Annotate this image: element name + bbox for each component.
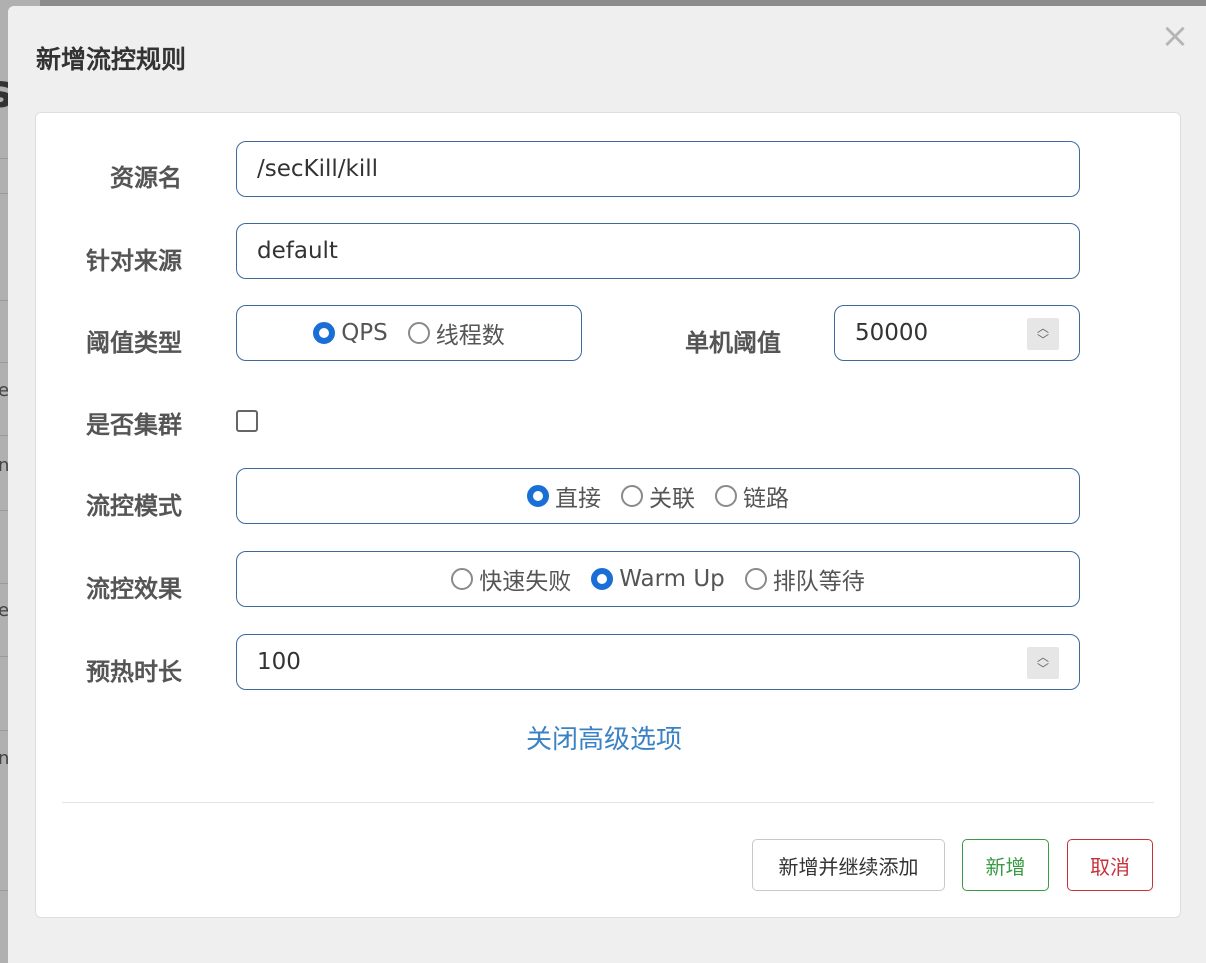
- resource-field-box: [236, 141, 1080, 197]
- radio-direct[interactable]: 直接: [527, 479, 601, 513]
- control-effect-label: 流控效果: [86, 575, 182, 603]
- control-effect-group: 快速失败 Warm Up 排队等待: [236, 551, 1080, 607]
- chevron-down-icon: ﹀: [1036, 333, 1049, 347]
- radio-chain[interactable]: 链路: [715, 479, 789, 513]
- number-stepper[interactable]: ︿ ﹀: [1027, 318, 1059, 350]
- radio-unchecked-icon: [407, 322, 430, 344]
- radio-warm-up[interactable]: Warm Up: [591, 566, 725, 592]
- radio-fast-fail[interactable]: 快速失败: [451, 562, 571, 596]
- radio-chain-label: 链路: [743, 486, 789, 512]
- cancel-button[interactable]: 取消: [1067, 839, 1153, 891]
- radio-unchecked-icon: [621, 485, 643, 507]
- chevron-down-icon: ﹀: [1036, 662, 1049, 676]
- single-threshold-field-box: ︿ ﹀: [834, 305, 1080, 361]
- resource-label: 资源名: [110, 164, 182, 192]
- warmup-period-input[interactable]: [237, 635, 1079, 689]
- radio-direct-label: 直接: [555, 486, 601, 512]
- add-button[interactable]: 新增: [962, 839, 1049, 891]
- dialog-title: 新增流控规则: [36, 45, 187, 74]
- radio-relate[interactable]: 关联: [621, 479, 695, 513]
- threshold-type-label: 阈值类型: [86, 329, 182, 357]
- radio-unchecked-icon: [451, 568, 474, 590]
- control-mode-group: 直接 关联 链路: [236, 468, 1080, 524]
- limit-app-label: 针对来源: [86, 247, 182, 275]
- radio-thread-count[interactable]: 线程数: [407, 316, 505, 350]
- toggle-advanced-options-link[interactable]: 关闭高级选项: [526, 719, 682, 756]
- add-and-continue-button[interactable]: 新增并继续添加: [752, 839, 945, 891]
- radio-checked-icon: [591, 568, 614, 590]
- warmup-period-field-box: ︿ ﹀: [236, 634, 1080, 690]
- radio-fast-fail-label: 快速失败: [479, 569, 572, 595]
- radio-qps-label: QPS: [341, 320, 388, 346]
- radio-queue[interactable]: 排队等待: [744, 562, 865, 596]
- single-threshold-label: 单机阈值: [685, 329, 781, 357]
- limit-app-input[interactable]: [237, 224, 1079, 278]
- control-mode-label: 流控模式: [86, 492, 182, 520]
- cluster-label: 是否集群: [86, 411, 182, 439]
- radio-unchecked-icon: [744, 568, 767, 590]
- radio-unchecked-icon: [715, 485, 737, 507]
- radio-relate-label: 关联: [649, 486, 695, 512]
- radio-thread-count-label: 线程数: [435, 323, 505, 349]
- footer-divider: [62, 802, 1154, 803]
- cluster-checkbox[interactable]: [236, 410, 258, 432]
- radio-checked-icon: [313, 322, 336, 344]
- number-stepper[interactable]: ︿ ﹀: [1027, 647, 1059, 679]
- limit-app-field-box: [236, 223, 1080, 279]
- close-icon[interactable]: ×: [1160, 19, 1190, 53]
- threshold-type-group: QPS 线程数: [236, 305, 582, 361]
- radio-queue-label: 排队等待: [772, 569, 865, 595]
- radio-qps[interactable]: QPS: [313, 320, 388, 346]
- warmup-period-label: 预热时长: [86, 658, 182, 686]
- resource-input[interactable]: [237, 142, 1079, 196]
- add-flow-rule-dialog: 新增流控规则 × 资源名 针对来源 阈值类型 QPS 线程数: [8, 6, 1206, 963]
- radio-warm-up-label: Warm Up: [619, 566, 725, 592]
- radio-checked-icon: [527, 485, 549, 507]
- form-panel: 资源名 针对来源 阈值类型 QPS 线程数 单机阈值: [35, 112, 1181, 918]
